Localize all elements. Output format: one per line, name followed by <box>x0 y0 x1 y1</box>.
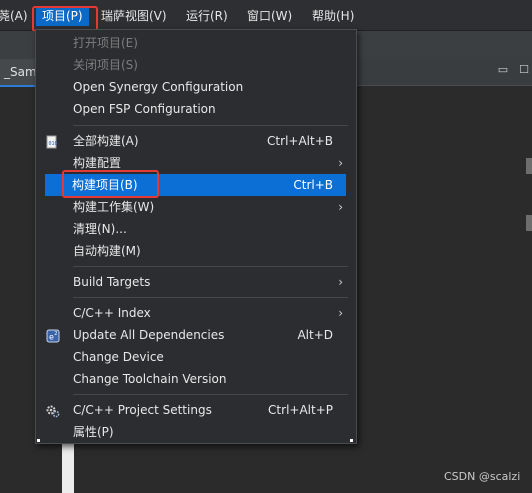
menu-item-build-config[interactable]: 构建配置 › <box>37 152 355 174</box>
menu-item-label: 属性(P) <box>73 425 114 439</box>
menu-item-change-device[interactable]: Change Device <box>37 346 355 368</box>
menu-item-label: Open FSP Configuration <box>73 102 216 116</box>
minimize-icon[interactable]: ▭ <box>497 64 509 76</box>
svg-text:2: 2 <box>54 331 57 337</box>
menu-item-build-working-set[interactable]: 构建工作集(W) › <box>37 196 355 218</box>
menu-item-auto-build[interactable]: 自动构建(M) <box>37 240 355 262</box>
menu-item-open-fsp[interactable]: Open FSP Configuration <box>37 98 355 120</box>
shortcut-label: Ctrl+Alt+B <box>267 134 333 148</box>
build-all-icon: 010 <box>46 134 60 149</box>
menu-item-label: Change Toolchain Version <box>73 372 227 386</box>
editor-gutter <box>62 440 74 493</box>
menu-item-label: Update All Dependencies <box>73 328 225 342</box>
menu-help[interactable]: 帮助(H) <box>306 6 360 26</box>
menu-item-project-settings[interactable]: C/C++ Project Settings Ctrl+Alt+P <box>37 399 355 421</box>
chevron-right-icon: › <box>338 275 343 289</box>
chevron-right-icon: › <box>338 200 343 214</box>
menu-project[interactable]: 项目(P) <box>36 6 89 26</box>
menu-separator <box>73 266 348 267</box>
menu-item-open-synergy[interactable]: Open Synergy Configuration <box>37 76 355 98</box>
menu-item-cpp-index[interactable]: C/C++ Index › <box>37 302 355 324</box>
menu-run[interactable]: 运行(R) <box>180 6 234 26</box>
watermark: CSDN @scalzi <box>444 470 521 483</box>
menu-edit[interactable]: 荛(A) <box>0 6 34 26</box>
resize-grip <box>37 439 40 442</box>
menu-item-label: C/C++ Index <box>73 306 151 320</box>
menu-item-label: 构建工作集(W) <box>73 200 155 214</box>
scroll-marker <box>526 215 532 231</box>
menu-item-close-project[interactable]: 关闭项目(S) <box>37 54 355 76</box>
svg-text:010: 010 <box>49 141 58 147</box>
shortcut-label: Ctrl+Alt+P <box>268 403 333 417</box>
menu-separator <box>73 297 348 298</box>
shortcut-label: Alt+D <box>297 328 333 342</box>
chevron-right-icon: › <box>338 306 343 320</box>
project-dropdown-menu: 打开项目(E) 关闭项目(S) Open Synergy Configurati… <box>35 29 357 444</box>
menu-item-open-project[interactable]: 打开项目(E) <box>37 32 355 54</box>
menu-item-build-targets[interactable]: Build Targets › <box>37 271 355 293</box>
chevron-right-icon: › <box>338 156 343 170</box>
scroll-marker <box>526 158 532 174</box>
dependencies-icon: e 2 <box>46 328 60 343</box>
editor-panel <box>350 87 532 493</box>
menu-item-change-toolchain[interactable]: Change Toolchain Version <box>37 368 355 390</box>
menu-bar: 荛(A) 项目(P) 瑞萨视图(V) 运行(R) 窗口(W) 帮助(H) <box>0 0 532 31</box>
menu-item-label: 清理(N)... <box>73 222 127 236</box>
menu-item-label: 构建项目(B) <box>72 178 138 192</box>
menu-separator <box>73 125 348 126</box>
menu-item-label: C/C++ Project Settings <box>73 403 212 417</box>
menu-window[interactable]: 窗口(W) <box>241 6 298 26</box>
menu-item-label: 自动构建(M) <box>73 244 141 258</box>
menu-item-label: Build Targets <box>73 275 151 289</box>
menu-item-label: 关闭项目(S) <box>73 58 138 72</box>
menu-item-properties[interactable]: 属性(P) <box>37 421 355 443</box>
maximize-icon[interactable]: ☐ <box>518 64 530 76</box>
menu-item-label: Open Synergy Configuration <box>73 80 244 94</box>
menu-item-label: 打开项目(E) <box>73 36 138 50</box>
menu-item-build-all[interactable]: 010 全部构建(A) Ctrl+Alt+B <box>37 130 355 152</box>
settings-gears-icon <box>46 403 60 418</box>
menu-item-label: 构建配置 <box>73 156 122 170</box>
menu-item-label: 全部构建(A) <box>73 134 139 148</box>
menu-item-label: Change Device <box>73 350 164 364</box>
shortcut-label: Ctrl+B <box>293 178 333 192</box>
resize-grip <box>350 439 353 442</box>
menu-item-build-project[interactable]: 构建项目(B) Ctrl+B <box>45 174 346 196</box>
menu-separator <box>73 394 348 395</box>
menu-renesas-view[interactable]: 瑞萨视图(V) <box>95 6 173 26</box>
menu-item-clean[interactable]: 清理(N)... <box>37 218 355 240</box>
menu-item-update-dependencies[interactable]: e 2 Update All Dependencies Alt+D <box>37 324 355 346</box>
